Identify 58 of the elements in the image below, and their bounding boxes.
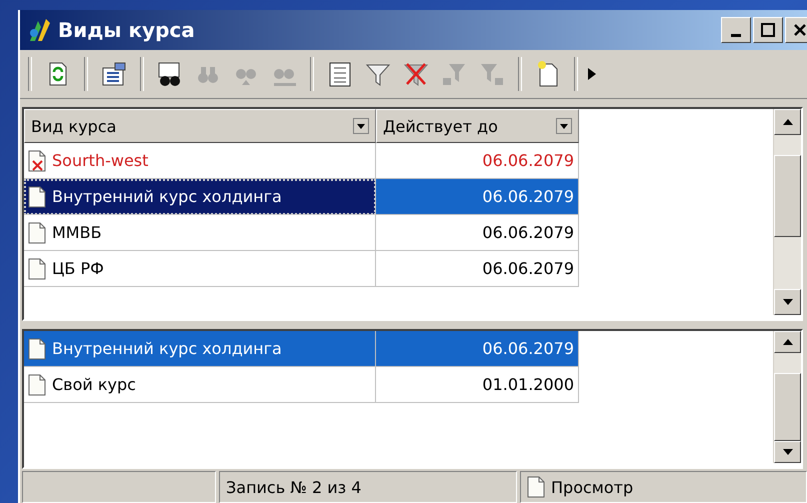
filter-list-icon[interactable] — [330, 62, 350, 86]
table-cell: 06.06.2079 — [376, 215, 579, 251]
column-title: Действует до — [383, 116, 499, 136]
maximize-icon — [761, 23, 775, 37]
table-row[interactable]: ЦБ РФ 06.06.2079 — [24, 251, 579, 287]
scroll-up-button[interactable] — [774, 331, 801, 353]
document-icon — [28, 186, 46, 208]
column-header[interactable]: Действует до — [376, 109, 579, 143]
table-row[interactable]: Свой курс 01.01.2000 — [24, 367, 579, 403]
document-icon — [28, 222, 46, 244]
maximize-button[interactable] — [753, 17, 783, 43]
table-row[interactable]: ММВБ 06.06.2079 — [24, 215, 579, 251]
table-cell: 01.01.2000 — [376, 367, 579, 403]
properties-icon[interactable] — [102, 62, 126, 86]
minimize-icon — [731, 34, 741, 36]
deleted-document-icon — [28, 150, 46, 172]
scrollbar-thumb[interactable] — [774, 155, 801, 237]
table-cell: 06.06.2079 — [376, 179, 579, 215]
record-status: Запись № 2 из 4 — [219, 471, 517, 503]
window-title: Виды курса — [58, 18, 196, 42]
table-cell: 06.06.2079 — [376, 251, 579, 287]
document-icon — [28, 374, 46, 396]
filter-icon[interactable] — [366, 64, 390, 86]
scrollbar-thumb[interactable] — [774, 372, 801, 442]
close-button[interactable] — [785, 17, 807, 43]
scroll-up-icon — [782, 119, 792, 125]
scroll-down-button[interactable] — [774, 289, 801, 315]
document-icon — [28, 338, 46, 360]
column-title: Вид курса — [31, 116, 118, 136]
course-name: Sourth-west — [52, 151, 148, 170]
document-icon — [28, 258, 46, 280]
refresh-icon[interactable] — [50, 62, 66, 86]
mode-status: Просмотр — [551, 478, 634, 496]
course-name: Свой курс — [52, 375, 136, 394]
course-name: ЦБ РФ — [52, 259, 104, 278]
column-header[interactable]: Вид курса — [24, 109, 376, 143]
minimize-button[interactable] — [721, 17, 751, 43]
scroll-down-icon — [782, 299, 792, 305]
scroll-up-icon — [782, 338, 792, 345]
filter-remove-icon[interactable] — [404, 62, 428, 86]
table-row[interactable]: Внутренний курс холдинга 06.06.2079 — [24, 331, 579, 367]
dropdown-icon — [560, 124, 568, 128]
new-document-icon[interactable] — [538, 61, 558, 86]
more-arrow-icon[interactable] — [588, 68, 596, 80]
close-icon — [793, 23, 807, 37]
course-name: Внутренний курс холдинга — [52, 339, 282, 358]
scroll-up-button[interactable] — [774, 109, 801, 135]
table-cell: 06.06.2079 — [376, 331, 579, 367]
column-filter-button[interactable] — [353, 118, 369, 134]
column-filter-button[interactable] — [556, 118, 572, 134]
binoculars-icon[interactable] — [158, 62, 180, 86]
scroll-down-button[interactable] — [774, 441, 801, 463]
table-row[interactable]: Внутренний курс холдинга 06.06.2079 — [24, 179, 579, 215]
dropdown-icon — [357, 124, 365, 128]
course-name: Внутренний курс холдинга — [52, 187, 282, 206]
course-name: ММВБ — [52, 223, 102, 242]
scroll-down-icon — [782, 449, 792, 456]
document-icon — [527, 476, 545, 498]
